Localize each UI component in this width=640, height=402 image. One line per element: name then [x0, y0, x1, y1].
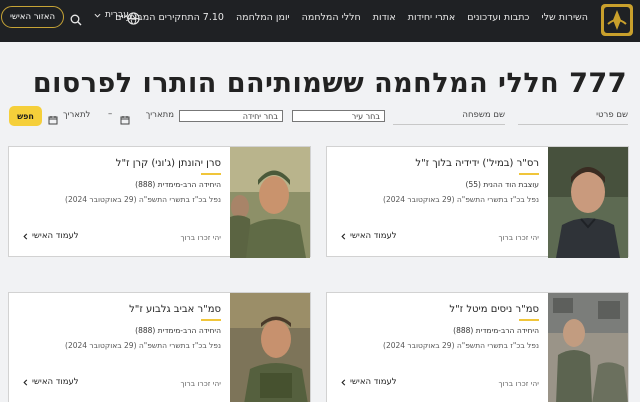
personal-page-link[interactable]: לעמוד האישי	[22, 377, 79, 387]
soldier-name: סמ"ר ניסים מיטל ז"ל	[449, 304, 539, 315]
unit-select[interactable]: בחר יחידה	[179, 110, 283, 122]
nav-item-war-fallen[interactable]: חללי המלחמה	[302, 12, 361, 23]
fall-date: נפל בכ"ז בתשרי התשפ"ה (29 באוקטובר 2024)	[383, 341, 539, 350]
last-name-field[interactable]: שם משפחה	[462, 110, 505, 120]
chevron-left-icon	[23, 378, 28, 386]
calendar-icon[interactable]	[48, 110, 58, 125]
nav-item-articles[interactable]: כתבות ועדכונים	[467, 12, 529, 23]
language-selector[interactable]: עברית	[94, 10, 129, 20]
main-menu: השירות שלי כתבות ועדכונים אתרי יחידות או…	[115, 0, 588, 34]
first-name-field[interactable]: שם פרטי	[596, 110, 628, 120]
fall-date: נפל בכ"ז בתשרי התשפ"ה (29 באוקטובר 2024)	[65, 341, 221, 350]
search-icon[interactable]	[70, 11, 82, 26]
personal-page-label: לעמוד האישי	[350, 377, 397, 387]
fall-date: נפל בכ"ז בתשרי התשפ"ה (29 באוקטובר 2024)	[65, 195, 221, 204]
soldier-unit: היחידה הרב-מימדית (888)	[135, 180, 221, 189]
nav-item-unit-sites[interactable]: אתרי יחידות	[408, 12, 456, 23]
soldier-photo	[548, 147, 628, 258]
soldier-photo	[548, 293, 628, 402]
name-underline	[201, 319, 221, 321]
personal-page-label: לעמוד האישי	[32, 231, 79, 241]
memory-text: יהי זכרו ברוך	[180, 379, 221, 388]
to-date-label[interactable]: לתאריך	[63, 110, 90, 120]
fallen-card: סמ"ר אביב גלבוע ז"ל היחידה הרב-מימדית (8…	[8, 292, 311, 402]
soldier-unit: היחידה הרב-מימדית (888)	[135, 326, 221, 335]
fall-date: נפל בכ"ז בתשרי התשפ"ה (29 באוקטובר 2024)	[383, 195, 539, 204]
idf-logo-icon[interactable]	[599, 2, 635, 38]
personal-area-button[interactable]: האזור האישי	[1, 6, 64, 28]
calendar-icon[interactable]	[120, 110, 130, 125]
personal-page-label: לעמוד האישי	[350, 231, 397, 241]
name-underline	[519, 319, 539, 321]
language-label: עברית	[105, 10, 129, 20]
chevron-left-icon	[341, 232, 346, 240]
soldier-unit: היחידה הרב-מימדית (888)	[453, 326, 539, 335]
soldier-photo	[230, 293, 310, 402]
personal-page-link[interactable]: לעמוד האישי	[340, 231, 397, 241]
top-navigation-bar: השירות שלי כתבות ועדכונים אתרי יחידות או…	[0, 0, 640, 42]
nav-item-my-service[interactable]: השירות שלי	[541, 12, 588, 23]
fallen-card: סמ"ר ניסים מיטל ז"ל היחידה הרב-מימדית (8…	[326, 292, 629, 402]
date-range-dash: –	[108, 109, 113, 119]
personal-page-link[interactable]: לעמוד האישי	[22, 231, 79, 241]
chevron-left-icon	[341, 378, 346, 386]
soldier-unit: עוצבת הוד ההנית (55)	[465, 180, 539, 189]
fallen-card: רס"ר (במיל') ידידיה בלוך ז"ל עוצבת הוד ה…	[326, 146, 629, 258]
soldier-name: סרן יהונתן (ג'וני) קרן ז"ל	[115, 158, 221, 169]
name-underline	[519, 173, 539, 175]
chevron-left-icon	[23, 232, 28, 240]
name-underline	[201, 173, 221, 175]
soldier-name: רס"ר (במיל') ידידיה בלוך ז"ל	[415, 158, 539, 169]
from-date-label[interactable]: מתאריך	[146, 110, 174, 120]
nav-item-about[interactable]: אודות	[373, 12, 396, 23]
memory-text: יהי זכרו ברוך	[180, 233, 221, 242]
globe-icon[interactable]	[127, 10, 140, 25]
soldier-photo	[230, 147, 310, 258]
city-select[interactable]: בחר עיר	[292, 110, 385, 122]
search-button[interactable]: חפש	[9, 106, 42, 126]
fallen-card: סרן יהונתן (ג'וני) קרן ז"ל היחידה הרב-מי…	[8, 146, 311, 258]
page-title: 777 חללי המלחמה ששמותיהם הותרו לפרסום	[32, 68, 627, 99]
soldier-name: סמ"ר אביב גלבוע ז"ל	[129, 304, 221, 315]
last-name-underline	[393, 124, 505, 125]
first-name-underline	[518, 124, 628, 125]
memory-text: יהי זכרו ברוך	[498, 379, 539, 388]
personal-page-link[interactable]: לעמוד האישי	[340, 377, 397, 387]
chevron-down-icon	[94, 13, 101, 18]
personal-page-label: לעמוד האישי	[32, 377, 79, 387]
nav-item-war-diary[interactable]: יומן המלחמה	[236, 12, 290, 23]
memory-text: יהי זכרו ברוך	[498, 233, 539, 242]
